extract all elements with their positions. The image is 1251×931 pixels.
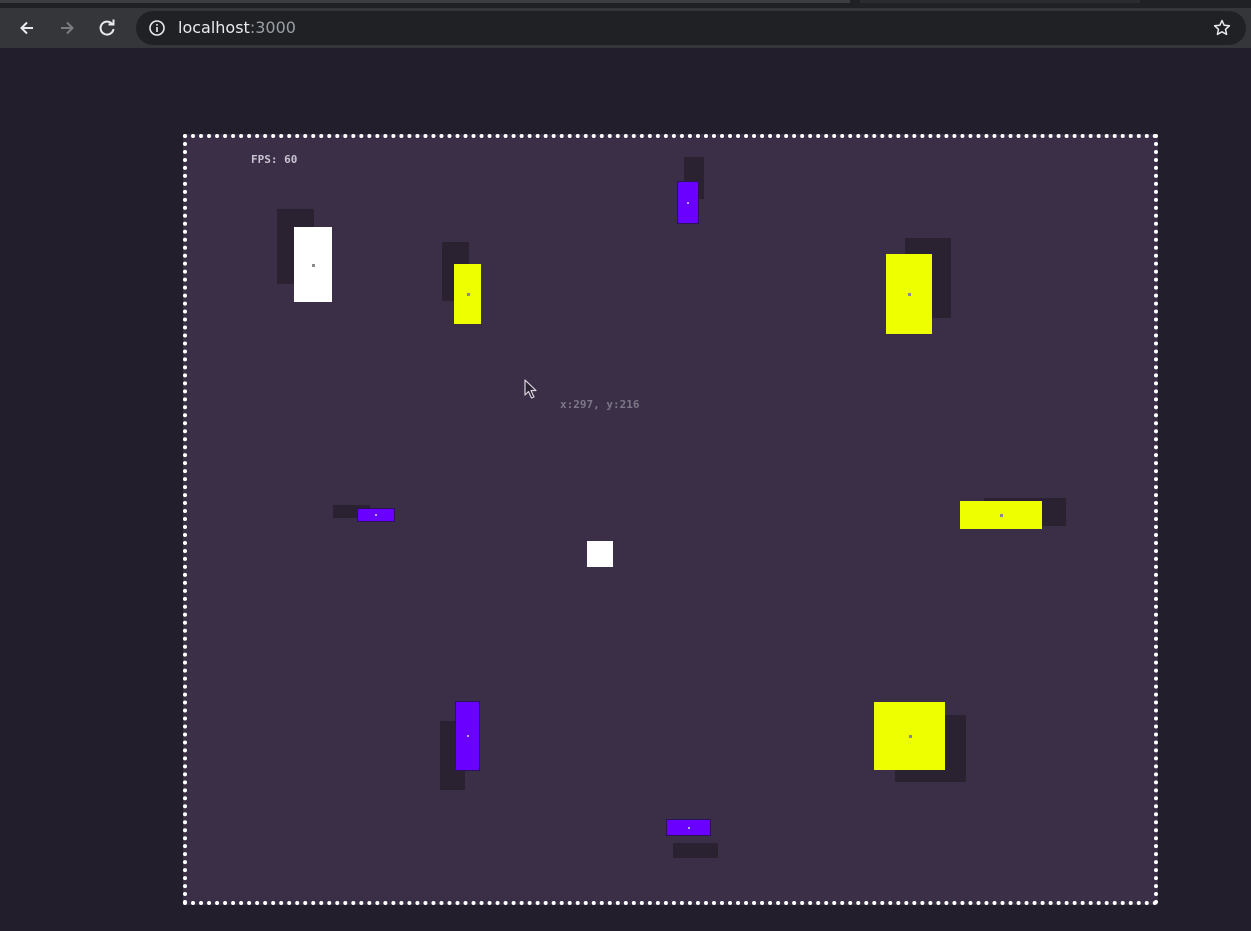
player-square[interactable] [587,541,613,567]
purple-block [455,701,480,771]
yellow-block [886,254,932,334]
yellow-block [960,501,1042,529]
mouse-cursor-icon [524,379,537,399]
tab-edge [0,0,850,3]
url-host: localhost [178,18,250,37]
block-center-dot [466,293,470,296]
yellow-block [454,264,481,324]
reload-icon [99,19,115,36]
fps-counter: FPS: 60 [251,153,298,166]
block-center-dot [466,735,469,737]
url-text: localhost:3000 [178,19,296,37]
cursor-coordinates: x:297, y:216 [560,398,640,411]
info-icon[interactable] [148,19,166,37]
block-center-dot [375,514,377,516]
arrow-left-icon [20,21,33,35]
yellow-block [874,702,945,770]
purple-block [357,508,395,522]
address-bar[interactable]: localhost:3000 [136,11,1246,45]
block-center-dot [1000,514,1003,517]
star-icon[interactable] [1212,18,1232,38]
tab-strip [0,0,1251,8]
reload-button[interactable] [93,14,121,42]
arrow-right-icon [61,21,74,35]
block-center-dot [908,735,912,738]
browser-toolbar: localhost:3000 [0,8,1251,48]
url-port: :3000 [249,18,296,37]
block-center-dot [687,826,690,829]
purple-block [666,819,711,836]
back-button[interactable] [13,14,41,42]
block-shadow [673,843,718,858]
tab-edge [860,0,1140,3]
block-center-dot [312,263,315,267]
block-center-dot [908,293,911,296]
forward-button[interactable] [53,14,81,42]
block-center-dot [687,201,689,204]
white-block [294,227,332,302]
purple-block [677,181,699,224]
